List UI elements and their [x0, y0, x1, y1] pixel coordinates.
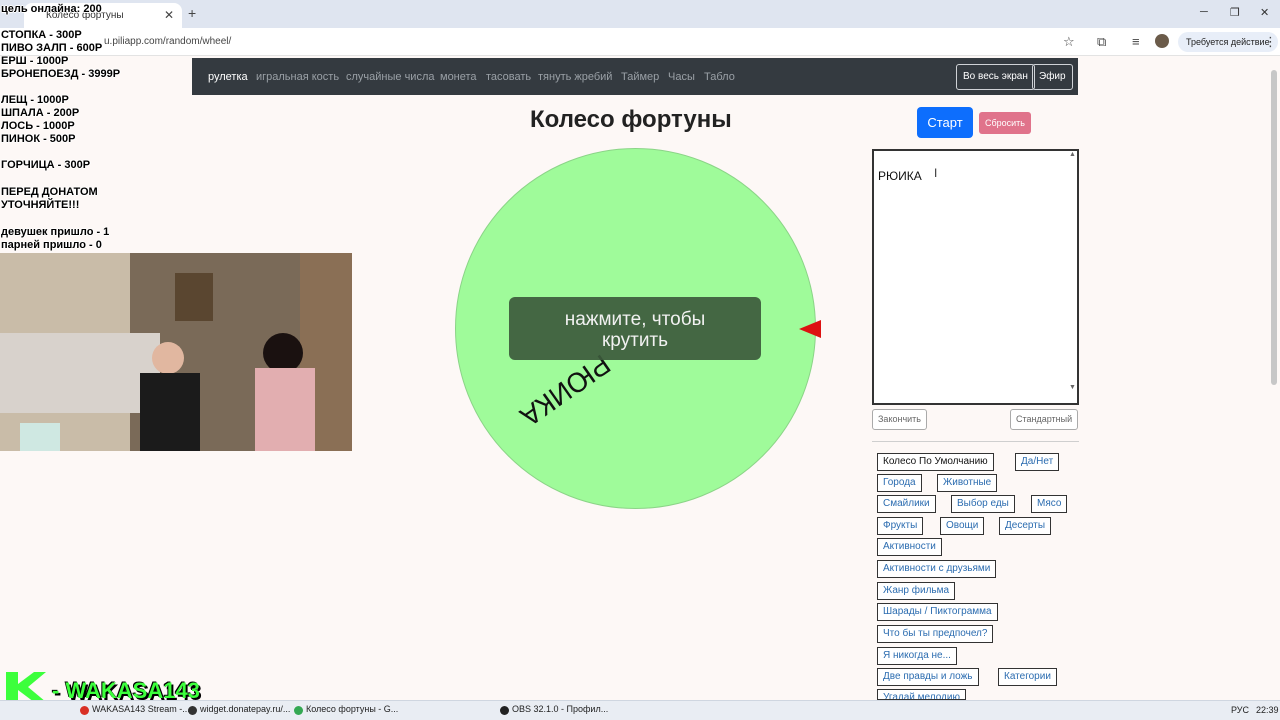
restore-icon[interactable]: ❐	[1230, 6, 1240, 19]
overlay-note: ПЕРЕД ДОНАТОМ	[1, 186, 98, 198]
overlay-price: ЛОСЬ - 1000Р	[1, 120, 75, 132]
overlay-counter: парней пришло - 0	[1, 239, 102, 251]
preset-tag[interactable]: Овощи	[940, 517, 985, 535]
preset-tag[interactable]: Категории	[998, 668, 1057, 686]
text-cursor-icon: I	[934, 166, 938, 180]
preset-tag[interactable]: Активности	[877, 538, 942, 556]
preset-tag[interactable]: Смайлики	[877, 495, 936, 513]
scroll-up-icon[interactable]: ▲	[1069, 151, 1076, 158]
preset-tag[interactable]: Шарады / Пиктограмма	[877, 603, 998, 621]
media-icon[interactable]: ≡	[1132, 34, 1140, 49]
overlay-price: ЕРШ - 1000Р	[1, 55, 69, 67]
overlay-price: ПИВО ЗАЛП - 600Р	[1, 42, 103, 54]
nav-random-numbers[interactable]: случайные числа	[346, 71, 434, 83]
spin-overlay-line: крутить	[601, 330, 669, 351]
language-indicator[interactable]: РУС	[1231, 705, 1249, 715]
reset-button[interactable]: Сбросить	[979, 112, 1031, 134]
nav-timer[interactable]: Таймер	[621, 71, 659, 83]
overlay-goal: цель онлайна: 200	[1, 3, 102, 15]
entry-text: РЮИКА	[878, 169, 922, 183]
webcam-feed	[0, 253, 352, 451]
clock[interactable]: 22:39	[1256, 705, 1279, 715]
nav-clock[interactable]: Часы	[668, 71, 695, 83]
url-field[interactable]: u.piliapp.com/random/wheel/	[104, 36, 231, 47]
preset-tag[interactable]: Выбор еды	[951, 495, 1015, 513]
taskbar-item[interactable]: Колесо фортуны - G...	[294, 704, 398, 719]
preset-tag[interactable]: Что бы ты предпочел?	[877, 625, 994, 643]
spin-overlay[interactable]: нажмите, чтобы крутить	[509, 297, 761, 360]
nav-scoreboard[interactable]: Табло	[704, 71, 735, 83]
page-scrollbar[interactable]	[1271, 70, 1277, 385]
wheel-pointer-icon	[799, 320, 821, 338]
entries-textarea[interactable]: РЮИКА	[872, 149, 1079, 405]
page-title: Колесо фортуны	[530, 106, 732, 133]
preset-tag[interactable]: Две правды и ложь	[877, 668, 979, 686]
overlay-note: УТОЧНЯЙТЕ!!!	[1, 199, 80, 211]
preset-tag[interactable]: Угадай мелодию	[877, 689, 966, 700]
preset-tag[interactable]: Мясо	[1031, 495, 1068, 513]
close-icon[interactable]: ✕	[164, 8, 174, 22]
finish-button[interactable]: Закончить	[872, 409, 927, 430]
preset-tag[interactable]: Фрукты	[877, 517, 924, 535]
overlay-counter: девушек пришло - 1	[1, 226, 110, 238]
action-required-button[interactable]: Требуется действие	[1178, 32, 1278, 52]
menu-icon[interactable]: ⋮	[1264, 34, 1277, 50]
overlay-price: ЛЕЩ - 1000Р	[1, 94, 69, 106]
preset-tag[interactable]: Да/Нет	[1015, 453, 1060, 471]
overlay-price: ГОРЧИЦА - 300Р	[1, 159, 91, 171]
preset-tag[interactable]: Животные	[937, 474, 998, 492]
window-close-icon[interactable]: ✕	[1260, 6, 1269, 19]
extensions-icon[interactable]: ⧉	[1097, 34, 1106, 50]
star-icon[interactable]: ☆	[1063, 34, 1075, 50]
start-button[interactable]: Старт	[917, 107, 973, 138]
nav-dice[interactable]: игральная кость	[256, 71, 339, 83]
channel-logo-icon	[6, 672, 46, 702]
taskbar-item[interactable]: widget.donatepay.ru/...	[188, 704, 290, 719]
overlay-price: СТОПКА - 300Р	[1, 29, 82, 41]
address-bar: u.piliapp.com/random/wheel/ ☆ ⧉ ≡ Требуе…	[0, 28, 1280, 56]
screen: Колесо фортуны ✕ + ─ ❐ ✕ u.piliapp.com/r…	[0, 0, 1280, 720]
preset-tag[interactable]: Десерты	[999, 517, 1052, 535]
spin-overlay-line: нажмите, чтобы	[564, 309, 706, 330]
overlay-price: БРОНЕПОЕЗД - 3999Р	[1, 68, 121, 80]
fullscreen-button[interactable]: Во весь экран	[956, 64, 1035, 90]
standard-button[interactable]: Стандартный	[1010, 409, 1079, 430]
preset-tag[interactable]: Колесо По Умолчанию	[877, 453, 994, 471]
avatar[interactable]	[1155, 34, 1169, 48]
minimize-icon[interactable]: ─	[1200, 6, 1208, 18]
nav-shuffle[interactable]: тасовать	[486, 71, 531, 83]
nav-coin[interactable]: монета	[440, 71, 477, 83]
taskbar-item[interactable]: OBS 32.1.0 - Профил...	[500, 704, 608, 719]
taskbar-item[interactable]: WAKASA143 Stream -...	[80, 704, 190, 719]
overlay-price: ШПАЛА - 200Р	[1, 107, 80, 119]
webcam-image	[0, 253, 352, 451]
preset-tag[interactable]: Я никогда не...	[877, 647, 957, 665]
divider	[872, 441, 1079, 442]
preset-tag[interactable]: Активности с друзьями	[877, 560, 997, 578]
new-tab-icon[interactable]: +	[188, 5, 196, 21]
taskbar: WAKASA143 Stream -... widget.donatepay.r…	[0, 700, 1280, 720]
preset-tag[interactable]: Жанр фильма	[877, 582, 956, 600]
browser-tab-bar: Колесо фортуны ✕ + ─ ❐ ✕	[0, 0, 1280, 28]
scroll-down-icon[interactable]: ▼	[1069, 384, 1076, 391]
site-navbar: рулетка игральная кость случайные числа …	[192, 58, 1078, 95]
nav-draw-lots[interactable]: тянуть жребий	[538, 71, 612, 83]
live-button[interactable]: Эфир	[1032, 64, 1073, 90]
nav-roulette[interactable]: рулетка	[208, 71, 248, 83]
preset-tag[interactable]: Города	[877, 474, 922, 492]
overlay-price: ПИНОК - 500Р	[1, 133, 76, 145]
